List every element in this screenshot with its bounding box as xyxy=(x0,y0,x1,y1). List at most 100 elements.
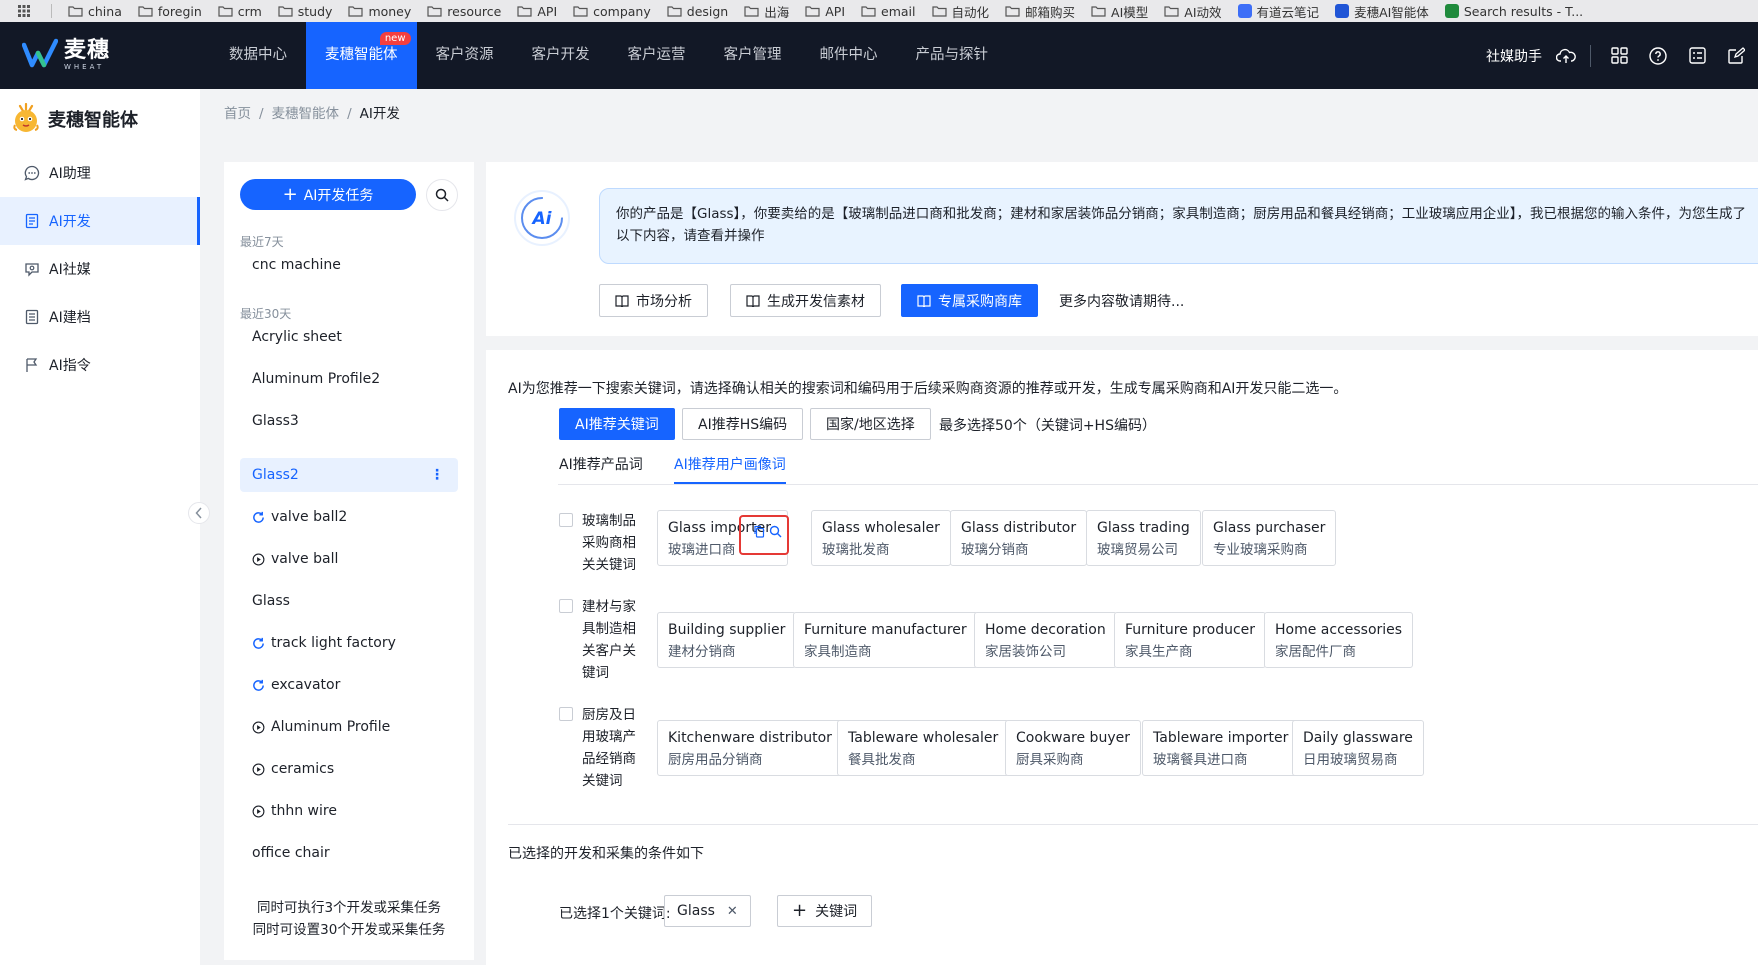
sidebar-item-ai-social[interactable]: AI社媒 xyxy=(0,245,200,293)
more-options-icon[interactable]: ⋮ xyxy=(430,467,444,483)
group-checkbox[interactable] xyxy=(559,599,573,613)
keyword-chip[interactable]: Glass wholesaler 玻璃批发商 xyxy=(811,510,951,566)
group-checkbox[interactable] xyxy=(559,707,573,721)
nav-customer-development[interactable]: 客户开发 xyxy=(513,22,609,89)
keyword-chip[interactable]: Home accessories 家居配件厂商 xyxy=(1264,612,1414,668)
bookmark-api-2[interactable]: API xyxy=(805,4,845,19)
apps-icon[interactable] xyxy=(1609,46,1629,66)
task-item[interactable]: thhn wire xyxy=(240,794,458,828)
help-icon[interactable] xyxy=(1648,46,1668,66)
task-item[interactable]: excavator xyxy=(240,668,458,702)
sidebar-collapse-button[interactable] xyxy=(188,502,210,524)
nav-data-center[interactable]: 数据中心 xyxy=(210,22,306,89)
folder-icon xyxy=(667,6,682,17)
keyword-chip[interactable]: Daily glassware 日用玻璃贸易商 xyxy=(1292,720,1424,776)
social-media-helper[interactable]: 社媒助手 xyxy=(1486,46,1542,66)
task-item[interactable]: Aluminum Profile2 xyxy=(240,362,458,396)
logo-text-cn: 麦穗 xyxy=(64,37,111,63)
task-item[interactable]: ceramics xyxy=(240,752,458,786)
chip-zh: 家具生产商 xyxy=(1125,644,1193,660)
task-item[interactable]: Acrylic sheet xyxy=(240,320,458,354)
bookmark-api[interactable]: API xyxy=(517,4,557,19)
bookmark-crm[interactable]: crm xyxy=(218,4,262,19)
nav-agent[interactable]: 麦穗智能体 new xyxy=(306,22,417,89)
subtab-product-words[interactable]: AI推荐产品词 xyxy=(559,454,643,482)
copy-icon[interactable] xyxy=(753,525,765,538)
tab-ai-hs-codes[interactable]: AI推荐HS编码 xyxy=(682,408,804,440)
tab-ai-keywords[interactable]: AI推荐关键词 xyxy=(559,408,675,440)
task-item[interactable]: office chair xyxy=(240,836,458,870)
edit-icon[interactable] xyxy=(1726,46,1746,66)
chip-en: Glass wholesaler xyxy=(822,520,940,536)
bookmark-ai-motion[interactable]: AI动效 xyxy=(1164,2,1222,21)
bookmark-company[interactable]: company xyxy=(573,4,651,19)
bookmark-resource[interactable]: resource xyxy=(427,4,501,19)
keyword-chip[interactable]: Tableware wholesaler 餐具批发商 xyxy=(837,720,1010,776)
nav-products-probe[interactable]: 产品与探针 xyxy=(897,22,1008,89)
bookmark-ai-model[interactable]: AI模型 xyxy=(1091,2,1148,21)
brand-logo[interactable]: 麦穗 WHEAT xyxy=(22,37,110,73)
task-item[interactable]: Glass xyxy=(240,584,458,618)
task-item[interactable]: track light factory xyxy=(240,626,458,660)
search-icon[interactable] xyxy=(769,525,782,538)
book-icon xyxy=(615,294,629,307)
bookmark-design[interactable]: design xyxy=(667,4,728,19)
task-item-selected[interactable]: Glass2 ⋮ xyxy=(240,458,458,492)
bookmark-money[interactable]: money xyxy=(348,4,411,19)
keyword-chip[interactable]: Tableware importer 玻璃餐具进口商 xyxy=(1142,720,1300,776)
section-divider xyxy=(508,824,1758,825)
keyword-chip[interactable]: Furniture producer 家具生产商 xyxy=(1114,612,1267,668)
keyword-chip[interactable]: Cookware buyer 厨具采购商 xyxy=(1005,720,1141,776)
bookmark-maisui[interactable]: 麦穗AI智能体 xyxy=(1335,2,1429,21)
chip-en: Home accessories xyxy=(1275,622,1403,638)
bookmark-youdao[interactable]: 有道云笔记 xyxy=(1237,2,1319,21)
subtab-persona-words[interactable]: AI推荐用户画像词 xyxy=(674,454,786,484)
bookmark-chuhai[interactable]: 出海 xyxy=(744,2,789,21)
bookmark-email[interactable]: email xyxy=(861,4,916,19)
sidebar-item-ai-assistant[interactable]: AI助理 xyxy=(0,149,200,197)
add-keyword-button[interactable]: + 关键词 xyxy=(777,895,873,927)
breadcrumb-home[interactable]: 首页 xyxy=(224,106,251,122)
nav-customer-management[interactable]: 客户管理 xyxy=(705,22,801,89)
bookmark-search-results[interactable]: Search results - T... xyxy=(1444,4,1583,19)
keyword-chip[interactable]: Building supplier 建材分销商 xyxy=(657,612,797,668)
sidebar-item-ai-profiling[interactable]: AI建档 xyxy=(0,293,200,341)
sidebar-item-ai-command[interactable]: AI指令 xyxy=(0,341,200,389)
keyword-chip[interactable]: Glass trading 玻璃贸易公司 xyxy=(1086,510,1201,566)
bookmark-china[interactable]: china xyxy=(68,4,122,19)
exclusive-buyer-library-button[interactable]: 专属采购商库 xyxy=(901,284,1038,317)
apps-grid-icon[interactable] xyxy=(18,5,35,17)
keyword-chip[interactable]: Kitchenware distributor 厨房用品分销商 xyxy=(657,720,843,776)
play-status-icon xyxy=(252,721,265,734)
generate-material-button[interactable]: 生成开发信素材 xyxy=(730,284,881,317)
selected-keyword-tag[interactable]: Glass ✕ xyxy=(664,895,751,927)
task-item[interactable]: Aluminum Profile xyxy=(240,710,458,744)
remove-tag-icon[interactable]: ✕ xyxy=(727,904,738,919)
keyword-chip[interactable]: Home decoration 家居装饰公司 xyxy=(974,612,1117,668)
new-ai-task-button[interactable]: + AI开发任务 xyxy=(240,179,416,210)
sidebar-title: 麦穗智能体 xyxy=(48,110,138,131)
bookmark-study[interactable]: study xyxy=(278,4,332,19)
task-search-button[interactable] xyxy=(426,179,458,211)
task-item[interactable]: valve ball2 xyxy=(240,500,458,534)
bookmark-foregin[interactable]: foregin xyxy=(138,4,202,19)
keyword-chip[interactable]: Furniture manufacturer 家具制造商 xyxy=(793,612,978,668)
task-item[interactable]: cnc machine xyxy=(240,248,458,282)
market-analysis-button[interactable]: 市场分析 xyxy=(599,284,708,317)
keyword-chip[interactable]: Glass importer 玻璃进口商 xyxy=(657,510,789,566)
task-item[interactable]: Glass3 xyxy=(240,404,458,438)
nav-customer-operations[interactable]: 客户运营 xyxy=(609,22,705,89)
task-item[interactable]: valve ball xyxy=(240,542,458,576)
keyword-chip[interactable]: Glass distributor 玻璃分销商 xyxy=(950,510,1088,566)
bookmark-mailbox-buy[interactable]: 邮箱购买 xyxy=(1005,2,1075,21)
nav-mail-center[interactable]: 邮件中心 xyxy=(801,22,897,89)
bookmark-automation[interactable]: 自动化 xyxy=(931,2,989,21)
breadcrumb-agent[interactable]: 麦穗智能体 xyxy=(272,106,340,122)
tab-country-region[interactable]: 国家/地区选择 xyxy=(810,408,931,440)
group-checkbox[interactable] xyxy=(559,513,573,527)
cloud-upload-icon[interactable] xyxy=(1556,46,1576,66)
list-icon[interactable] xyxy=(1687,46,1707,66)
sidebar-item-ai-development[interactable]: AI开发 xyxy=(0,197,200,245)
nav-customer-resources[interactable]: 客户资源 xyxy=(417,22,513,89)
keyword-chip[interactable]: Glass purchaser 专业玻璃采购商 xyxy=(1202,510,1337,566)
